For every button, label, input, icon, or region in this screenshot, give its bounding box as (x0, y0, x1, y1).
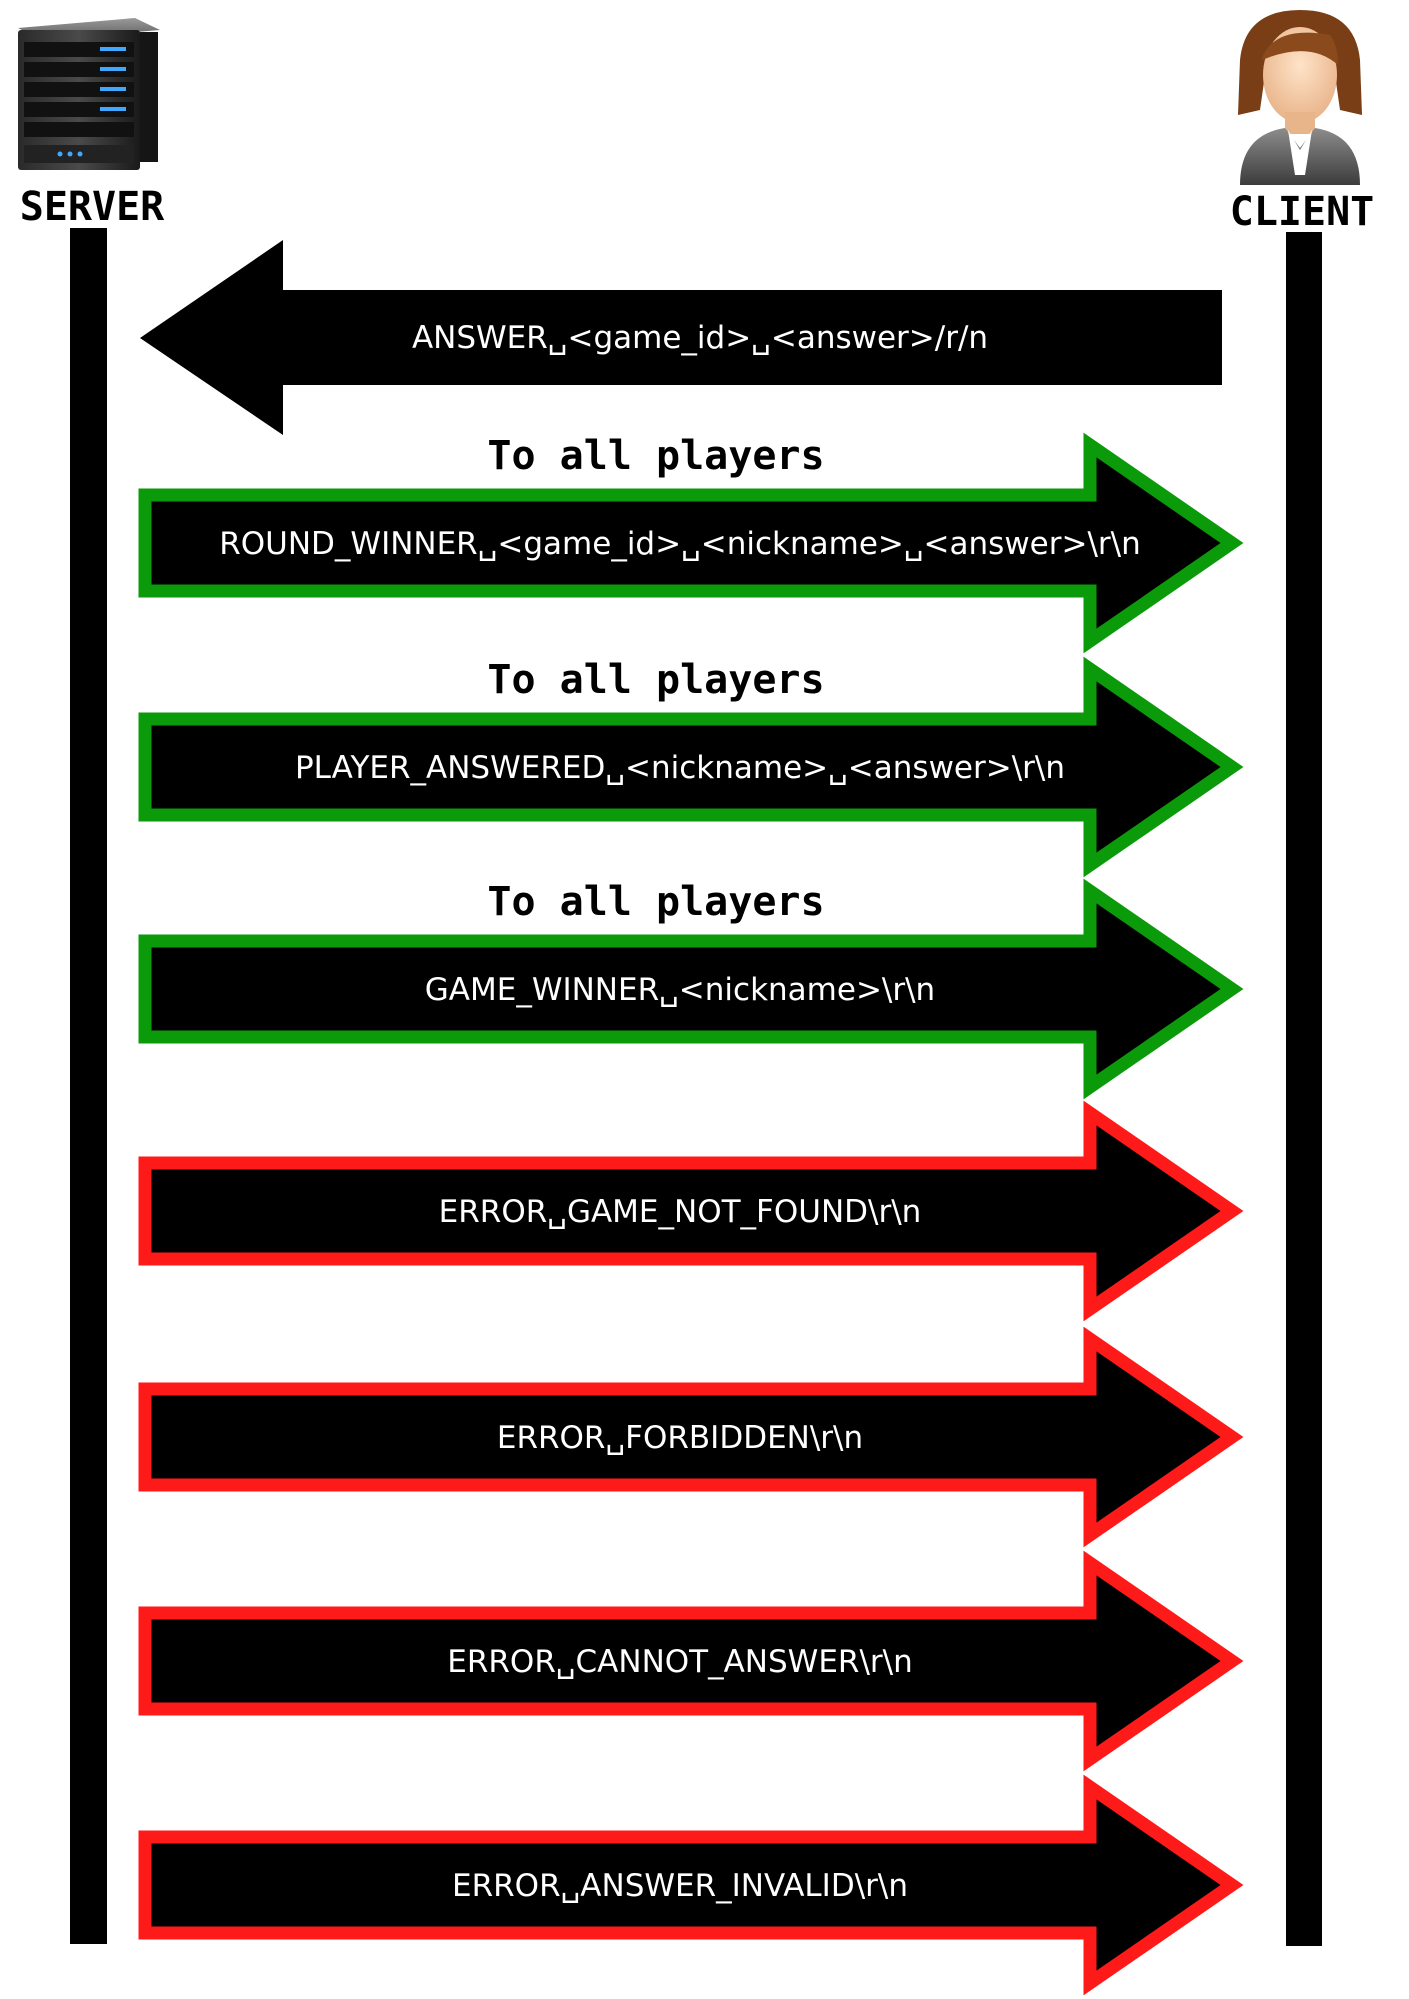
response-message-label: PLAYER_ANSWERED␣<nickname>␣<answer>\r\n (295, 750, 1065, 786)
server-lifeline (70, 228, 107, 1944)
request-arrow: ANSWER␣<game_id>␣<answer>/r/n (140, 240, 1222, 435)
response-arrow-6: ERROR␣CANNOT_ANSWER\r\n (138, 1550, 1244, 1772)
response-arrow-1: ROUND_WINNER␣<game_id>␣<nickname>␣<answe… (138, 432, 1244, 654)
broadcast-note: To all players (487, 879, 824, 925)
response-arrow-7: ERROR␣ANSWER_INVALID\r\n (138, 1774, 1244, 1996)
broadcast-note: To all players (487, 657, 824, 703)
response-arrow-2: PLAYER_ANSWERED␣<nickname>␣<answer>\r\n T… (138, 656, 1244, 878)
response-message-label: ERROR␣FORBIDDEN\r\n (497, 1420, 863, 1456)
response-arrow-3: GAME_WINNER␣<nickname>\r\n To all players (138, 878, 1244, 1100)
response-arrow-5: ERROR␣FORBIDDEN\r\n (138, 1326, 1244, 1548)
response-message-label: GAME_WINNER␣<nickname>\r\n (425, 972, 935, 1008)
response-message-label: ERROR␣CANNOT_ANSWER\r\n (447, 1644, 912, 1680)
broadcast-note: To all players (487, 433, 824, 479)
user-avatar-icon (1238, 10, 1362, 185)
server-label: SERVER (20, 184, 165, 230)
response-message-label: ROUND_WINNER␣<game_id>␣<nickname>␣<answe… (219, 526, 1141, 562)
response-message-label: ERROR␣GAME_NOT_FOUND\r\n (439, 1194, 922, 1230)
client-label: CLIENT (1230, 189, 1375, 235)
client-lifeline (1286, 232, 1322, 1946)
response-arrow-4: ERROR␣GAME_NOT_FOUND\r\n (138, 1100, 1244, 1322)
response-arrows: ROUND_WINNER␣<game_id>␣<nickname>␣<answe… (138, 432, 1244, 1996)
server-icon (18, 18, 160, 170)
sequence-diagram: SERVER CLIENT ANSWER␣<game_id>␣<answer>/… (18, 10, 1375, 1996)
request-label: ANSWER␣<game_id>␣<answer>/r/n (412, 320, 988, 356)
response-message-label: ERROR␣ANSWER_INVALID\r\n (452, 1868, 908, 1904)
